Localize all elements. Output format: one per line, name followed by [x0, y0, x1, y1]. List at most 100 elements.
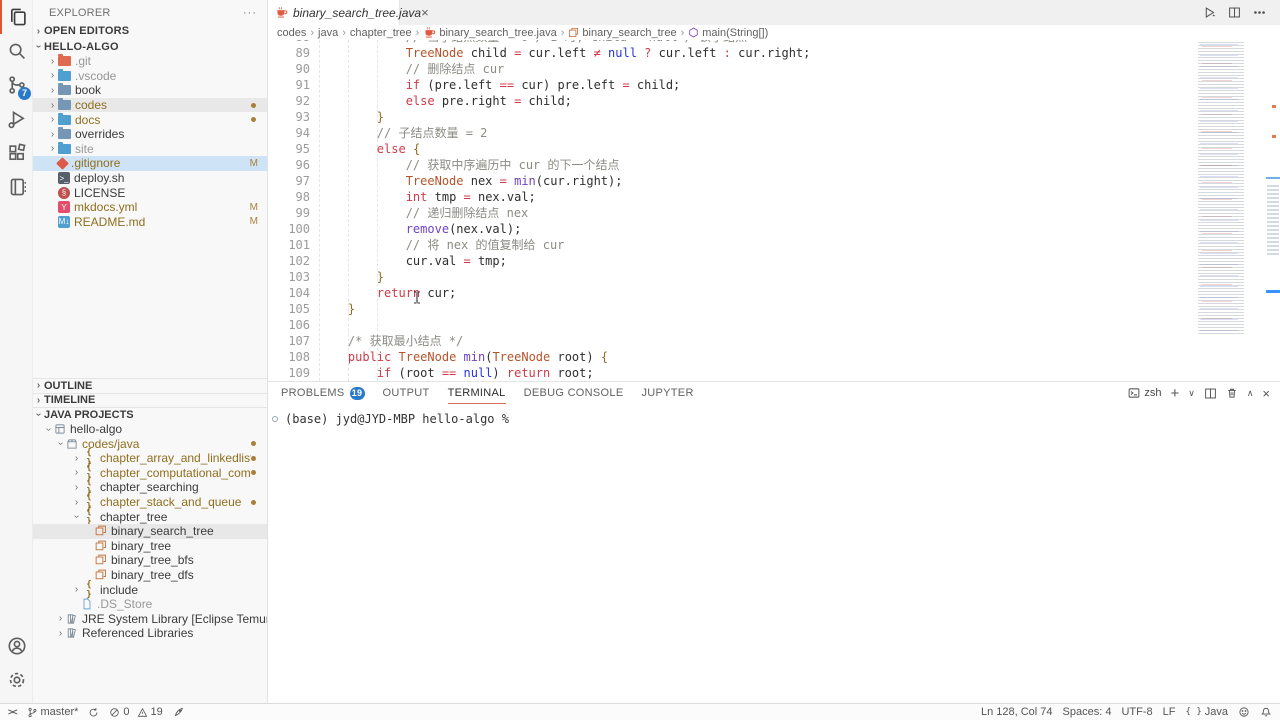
breadcrumb-item[interactable]: main(String[]): [688, 27, 768, 39]
split-editor-button[interactable]: [1228, 6, 1241, 19]
overview-ruler[interactable]: [1266, 0, 1280, 341]
explorer-item-site[interactable]: ›site: [33, 142, 267, 157]
java-project-item-jre-system-library-eclipse-temurin-17-17-[interactable]: ›JRE System Library [Eclipse Temurin 17 …: [33, 612, 267, 627]
activity-bar-account[interactable]: [0, 629, 33, 663]
more-actions-button[interactable]: [1253, 6, 1266, 19]
line-number: 90: [268, 61, 310, 77]
explorer-item--vscode[interactable]: ›.vscode: [33, 69, 267, 84]
java-project-item-binary-search-tree[interactable]: binary_search_tree: [33, 524, 267, 539]
indentation[interactable]: Spaces: 4: [1063, 706, 1112, 718]
sync-button[interactable]: [88, 707, 99, 718]
files-icon: [7, 6, 29, 28]
java-project-item-chapter-searching[interactable]: ›{ }chapter_searching: [33, 480, 267, 495]
explorer-item-codes[interactable]: ›codes: [33, 98, 267, 113]
terminal-icon: [1128, 387, 1140, 399]
explorer-item-overrides[interactable]: ›overrides: [33, 127, 267, 142]
java-project-item-referenced-libraries[interactable]: ›Referenced Libraries: [33, 626, 267, 641]
notebook-icon: [6, 176, 28, 198]
code-line-100: 100 remove(nex.val);: [268, 221, 1280, 237]
line-number: 106: [268, 317, 310, 333]
language-mode[interactable]: { } Java: [1185, 706, 1228, 718]
java-server-status[interactable]: [173, 706, 185, 718]
cursor-position[interactable]: Ln 128, Col 74: [981, 706, 1053, 718]
breadcrumb-item[interactable]: java: [318, 27, 338, 39]
code-line-103: 103 }: [268, 269, 1280, 285]
explorer-item-deploy-sh[interactable]: >_deploy.sh: [33, 171, 267, 186]
run-button[interactable]: [1203, 6, 1216, 19]
activity-bar-search[interactable]: [0, 34, 33, 68]
breadcrumb-separator: ›: [561, 27, 565, 39]
problems-summary[interactable]: 0 19: [109, 706, 162, 718]
breadcrumb-item[interactable]: binary_search_tree: [568, 27, 676, 39]
eol[interactable]: LF: [1163, 706, 1176, 718]
java-project-item-chapter-tree[interactable]: ›{ }chapter_tree: [33, 509, 267, 524]
activity-bar-run-and-debug[interactable]: [0, 102, 33, 136]
section-timeline[interactable]: ›TIMELINE: [33, 393, 267, 408]
maximize-panel-icon[interactable]: ∧: [1247, 388, 1254, 399]
explorer-item--git[interactable]: ›.git: [33, 54, 267, 69]
java-project-item-chapter-array-and-linkedlist[interactable]: ›{ }chapter_array_and_linkedlist: [33, 451, 267, 466]
java-project-item-binary-tree[interactable]: binary_tree: [33, 539, 267, 554]
close-panel-icon[interactable]: ×: [1262, 386, 1270, 401]
remote-indicator[interactable]: ><: [8, 707, 17, 717]
breadcrumb-item[interactable]: codes: [277, 27, 306, 39]
shell-indicator[interactable]: zsh: [1128, 387, 1161, 399]
new-terminal-icon[interactable]: +: [1170, 385, 1179, 402]
java-project-item-chapter-computational-complexity[interactable]: ›{ }chapter_computational_complexity: [33, 466, 267, 481]
java-project-item-include[interactable]: ›{ }include: [33, 582, 267, 597]
trash-icon[interactable]: [1226, 387, 1238, 399]
chevron-icon: ›: [71, 584, 82, 595]
close-icon[interactable]: ×: [421, 5, 429, 20]
minimap[interactable]: [1194, 42, 1266, 334]
open-editors-section[interactable]: › OPEN EDITORS: [33, 24, 267, 38]
java-project-item-binary-tree-bfs[interactable]: binary_tree_bfs: [33, 553, 267, 568]
tab-binary-search-tree[interactable]: binary_search_tree.java ×: [268, 0, 400, 25]
activity-bar-extensions[interactable]: [0, 136, 33, 170]
activity-bar-explorer[interactable]: [0, 0, 33, 34]
java-project-item-hello-algo[interactable]: ›hello-algo: [33, 422, 267, 437]
breadcrumb-item[interactable]: chapter_tree: [350, 27, 412, 39]
code-line-96: 96 // 获取中序遍历中 cur 的下一个结点: [268, 157, 1280, 173]
panel-tab-output[interactable]: OUTPUT: [383, 382, 430, 404]
workspace-root[interactable]: › HELLO-ALGO: [33, 39, 267, 54]
explorer-item-readme-md[interactable]: M↓README.mdM: [33, 215, 267, 230]
encoding[interactable]: UTF-8: [1121, 706, 1152, 718]
code-line-108: 108 public TreeNode min(TreeNode root) {: [268, 349, 1280, 365]
breadcrumb-item[interactable]: binary_search_tree.java: [423, 26, 556, 39]
tab-bar: binary_search_tree.java ×: [268, 0, 1280, 25]
section-outline[interactable]: ›OUTLINE: [33, 378, 267, 393]
panel-tab-terminal[interactable]: TERMINAL: [448, 382, 506, 404]
code-line-93: 93 }: [268, 109, 1280, 125]
explorer-more-icon[interactable]: ···: [243, 7, 257, 19]
terminal[interactable]: (base) jyd@JYD-MBP hello-algo %: [268, 404, 1280, 426]
line-number: 102: [268, 253, 310, 269]
feedback-icon[interactable]: [1238, 706, 1250, 718]
gear-icon: [6, 669, 28, 691]
panel-tab-problems[interactable]: PROBLEMS19: [281, 382, 365, 404]
chevron-down-icon[interactable]: ∨: [1188, 388, 1195, 399]
explorer-item-license[interactable]: §LICENSE: [33, 185, 267, 200]
chevron-down-icon: ›: [33, 41, 44, 52]
class-icon: [95, 569, 107, 581]
warning-icon: [137, 707, 148, 718]
java-project-item--ds-store[interactable]: .DS_Store: [33, 597, 267, 612]
code-editor[interactable]: 88 // 当子结点数量 = 0 / 1 时, child = null / 该…: [268, 40, 1280, 381]
activity-bar-notebook[interactable]: [0, 170, 33, 204]
activity-bar-source-control[interactable]: 7: [0, 68, 33, 102]
panel-tab-jupyter[interactable]: JUPYTER: [641, 382, 693, 404]
explorer-item-book[interactable]: ›book: [33, 83, 267, 98]
java-project-item-chapter-stack-and-queue[interactable]: ›{ }chapter_stack_and_queue: [33, 495, 267, 510]
java-project-item-binary-tree-dfs[interactable]: binary_tree_dfs: [33, 568, 267, 583]
split-terminal-icon[interactable]: [1204, 387, 1217, 400]
git-branch[interactable]: master*: [27, 706, 79, 718]
explorer-item--gitignore[interactable]: .gitignoreM: [33, 156, 267, 171]
explorer-item-mkdocs-yml[interactable]: Ymkdocs.ymlM: [33, 200, 267, 215]
activity-bar-settings[interactable]: [0, 663, 33, 697]
panel-tab-debug-console[interactable]: DEBUG CONSOLE: [524, 382, 624, 404]
bell-icon[interactable]: [1260, 706, 1272, 718]
section-java-projects[interactable]: ›JAVA PROJECTS: [33, 407, 267, 422]
chevron-icon: ›: [55, 613, 66, 624]
breadcrumb-separator: ›: [342, 27, 346, 39]
explorer-item-docs[interactable]: ›docs: [33, 112, 267, 127]
java-project-item-codes-java[interactable]: ›codes/java: [33, 436, 267, 451]
